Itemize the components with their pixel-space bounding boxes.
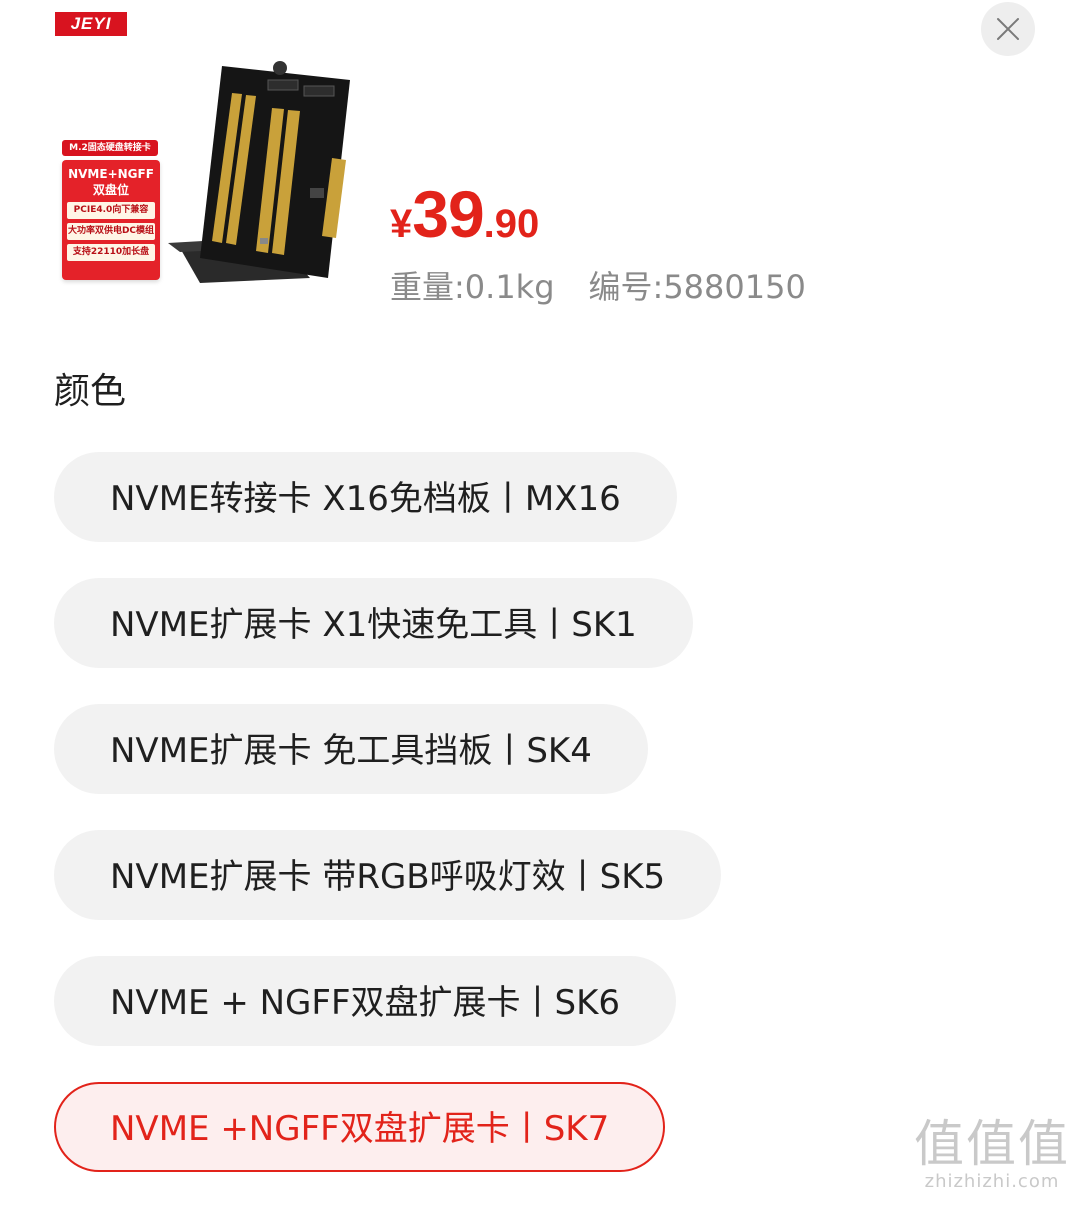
price: ¥39.90	[390, 176, 539, 252]
product-code-text: 编号:5880150	[588, 268, 806, 306]
option-button[interactable]: NVME + NGFF双盘扩展卡丨SK6	[54, 956, 677, 1046]
watermark-logo: 值值值	[914, 1115, 1070, 1173]
watermark: 值值值 zhizhizhi.com	[914, 1116, 1070, 1192]
product-image[interactable]: JEYI M.2固态硬盘转接卡 NVME+NGFF 双盘位 PCIE4.0向下兼…	[50, 8, 350, 298]
section-title-color: 颜色	[54, 371, 127, 412]
close-button[interactable]	[981, 2, 1035, 56]
option-button[interactable]: NVME扩展卡 X1快速免工具丨SK1	[54, 578, 693, 668]
weight-text: 重量:0.1kg	[390, 268, 555, 306]
feature-main-line2: 双盘位	[92, 183, 129, 197]
price-integer: 39	[412, 177, 484, 251]
close-icon	[997, 18, 1019, 40]
brand-logo: JEYI	[55, 12, 127, 36]
option-button-selected[interactable]: NVME +NGFF双盘扩展卡丨SK7	[54, 1082, 666, 1172]
product-meta: 重量:0.1kg 编号:5880150	[390, 262, 806, 308]
feature-main-line1: NVME+NGFF	[68, 167, 154, 181]
option-button[interactable]: NVME扩展卡 带RGB呼吸灯效丨SK5	[54, 830, 722, 920]
watermark-domain: zhizhizhi.com	[924, 1171, 1060, 1192]
feature-main: NVME+NGFF 双盘位	[62, 166, 160, 198]
feature-line: 支持22110加长盘	[67, 244, 155, 261]
option-button[interactable]: NVME转接卡 X16免档板丨MX16	[54, 452, 677, 542]
price-decimal: .90	[483, 202, 540, 246]
pcie-card-illustration	[168, 61, 350, 283]
option-list: NVME转接卡 X16免档板丨MX16 NVME扩展卡 X1快速免工具丨SK1 …	[54, 452, 722, 1208]
feature-line: 大功率双供电DC模组	[67, 223, 155, 240]
feature-card: NVME+NGFF 双盘位 PCIE4.0向下兼容 大功率双供电DC模组 支持2…	[62, 160, 160, 280]
feature-tag-header: M.2固态硬盘转接卡	[62, 140, 158, 156]
feature-line: PCIE4.0向下兼容	[67, 202, 155, 219]
option-button[interactable]: NVME扩展卡 免工具挡板丨SK4	[54, 704, 648, 794]
price-currency: ¥	[390, 202, 413, 246]
